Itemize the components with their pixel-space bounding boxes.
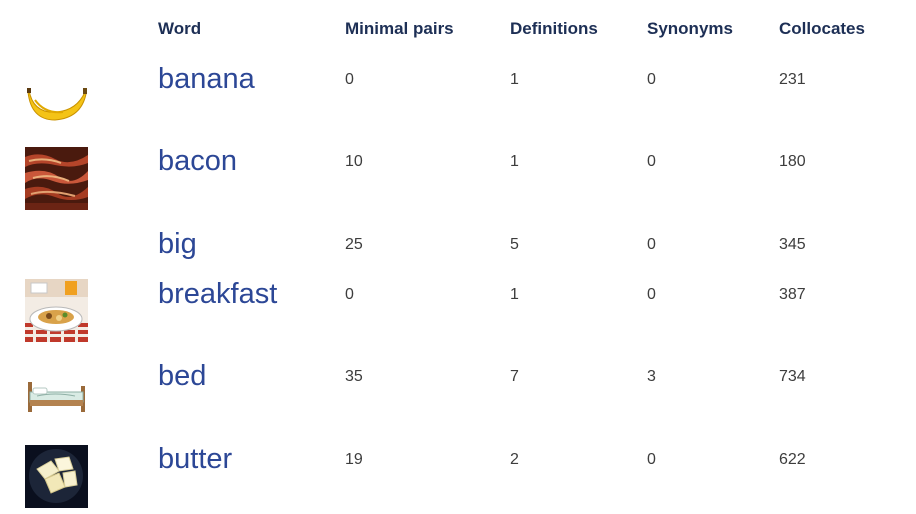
word-link-banana[interactable]: banana [158, 65, 255, 94]
synonyms-value: 3 [647, 368, 656, 385]
word-link-butter[interactable]: butter [158, 445, 232, 474]
minimal-pairs-value: 35 [345, 368, 363, 385]
synonyms-value: 0 [647, 153, 656, 170]
minimal-pairs-value: 0 [345, 71, 354, 88]
definitions-value: 7 [510, 368, 519, 385]
collocates-value: 180 [779, 153, 806, 170]
synonyms-value: 0 [647, 451, 656, 468]
synonyms-value: 0 [647, 71, 656, 88]
bacon-photo [25, 147, 88, 210]
collocates-value: 345 [779, 236, 806, 253]
word-link-bed[interactable]: bed [158, 362, 206, 391]
word-stats-table: Word Minimal pairs Definitions Synonyms … [0, 0, 916, 514]
definitions-value: 2 [510, 451, 519, 468]
definitions-value: 1 [510, 286, 519, 303]
minimal-pairs-value: 0 [345, 286, 354, 303]
collocates-value: 622 [779, 451, 806, 468]
synonyms-value: 0 [647, 236, 656, 253]
minimal-pairs-value: 19 [345, 451, 363, 468]
definitions-value: 1 [510, 71, 519, 88]
bed-icon [25, 362, 88, 425]
word-link-bacon[interactable]: bacon [158, 147, 237, 176]
minimal-pairs-value: 25 [345, 236, 363, 253]
word-link-big[interactable]: big [158, 230, 197, 259]
word-link-breakfast[interactable]: breakfast [158, 280, 277, 309]
banana-icon [25, 66, 88, 129]
collocates-value: 231 [779, 71, 806, 88]
definitions-value: 5 [510, 236, 519, 253]
synonyms-value: 0 [647, 286, 656, 303]
breakfast-photo [25, 279, 88, 342]
collocates-value: 734 [779, 368, 806, 385]
table-row: butter 19 2 0 622 [0, 0, 916, 508]
minimal-pairs-value: 10 [345, 153, 363, 170]
butter-photo [25, 445, 88, 508]
definitions-value: 1 [510, 153, 519, 170]
collocates-value: 387 [779, 286, 806, 303]
